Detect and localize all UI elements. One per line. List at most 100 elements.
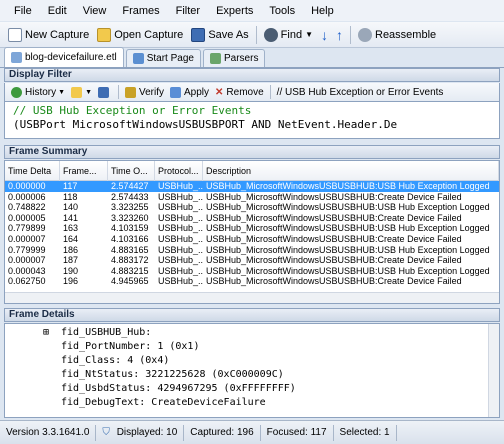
- save-icon: [191, 27, 206, 42]
- tree-node[interactable]: fid_Class: 4 (0x4): [61, 354, 169, 367]
- cell-frame: 187: [63, 255, 79, 266]
- cell-protocol: USBHub_...: [158, 265, 203, 276]
- horizontal-scrollbar[interactable]: [5, 292, 499, 303]
- close-icon: ✕: [215, 86, 224, 98]
- reassemble-button[interactable]: Reassemble: [354, 25, 440, 45]
- cell-protocol: USBHub_...: [158, 191, 203, 202]
- cell-time-delta: 0.000007: [8, 255, 46, 266]
- cell-protocol: USBHub_...: [158, 233, 203, 244]
- chevron-down-icon: ▼: [305, 30, 313, 39]
- open-capture-label: Open Capture: [114, 28, 184, 41]
- verify-icon: [125, 86, 136, 98]
- toolbar-divider: [118, 85, 119, 99]
- main-toolbar: New Capture Open Capture Save As Find ▼ …: [0, 22, 504, 48]
- verify-label: Verify: [139, 86, 165, 98]
- cell-description: USBHub_MicrosoftWindowsUSBUSBHUB:Create …: [206, 276, 462, 287]
- cell-description: USBHub_MicrosoftWindowsUSBUSBHUB:Create …: [206, 233, 462, 244]
- cell-frame: 140: [63, 202, 79, 213]
- tree-node[interactable]: fid_UsbdStatus: 4294967295 (0xFFFFFFFF): [61, 382, 296, 395]
- new-capture-label: New Capture: [25, 28, 90, 41]
- cell-time-delta: 0.000005: [8, 212, 46, 223]
- column-header-frame[interactable]: Frame...: [60, 161, 108, 181]
- cell-time-delta: 0.748822: [8, 202, 46, 213]
- remove-button[interactable]: ✕ Remove: [212, 84, 267, 100]
- tree-node[interactable]: fid_PortNumber: 1 (0x1): [61, 340, 199, 353]
- cell-description: USBHub_MicrosoftWindowsUSBUSBHUB:USB Hub…: [206, 223, 490, 234]
- cell-time-offset: 4.883215: [111, 265, 149, 276]
- cell-description: USBHub_MicrosoftWindowsUSBUSBHUB:Create …: [206, 255, 462, 266]
- filter-icon: ⛉: [102, 426, 110, 438]
- remove-label: Remove: [226, 86, 264, 98]
- column-header-protocol[interactable]: Protocol...: [155, 161, 203, 181]
- cell-frame: 118: [63, 191, 78, 202]
- table-row[interactable]: 0.000000 117 2.574427 USBHub_... USBHub_…: [5, 181, 499, 192]
- history-button[interactable]: History ▼: [8, 84, 68, 100]
- menu-experts[interactable]: Experts: [208, 5, 261, 17]
- table-row[interactable]: 0.062750 196 4.945965 USBHub_... USBHub_…: [5, 276, 499, 287]
- cell-time-offset: 4.883165: [111, 244, 149, 255]
- chevron-down-icon: ▼: [58, 88, 66, 96]
- vertical-scrollbar[interactable]: [488, 324, 499, 417]
- load-filter-button[interactable]: ▼: [68, 84, 95, 100]
- table-row[interactable]: 0.779899 163 4.103159 USBHub_... USBHub_…: [5, 223, 499, 234]
- column-header-time-delta[interactable]: Time Delta: [5, 161, 60, 181]
- menu-tools[interactable]: Tools: [261, 5, 303, 17]
- new-capture-button[interactable]: New Capture: [4, 25, 93, 45]
- filter-editor[interactable]: // USB Hub Exception or Error Events (USB…: [4, 101, 500, 139]
- toolbar-divider: [269, 85, 271, 99]
- table-row[interactable]: 0.000007 164 4.103166 USBHub_... USBHub_…: [5, 234, 499, 245]
- cell-time-delta: 0.779899: [8, 223, 46, 234]
- cell-description: USBHub_MicrosoftWindowsUSBUSBHUB:Create …: [206, 212, 462, 223]
- menu-file[interactable]: File: [6, 5, 40, 17]
- apply-icon: [170, 86, 182, 98]
- menu-edit[interactable]: Edit: [40, 5, 75, 17]
- cell-time-delta: 0.000006: [8, 191, 46, 202]
- table-row[interactable]: 0.000006 118 2.574433 USBHub_... USBHub_…: [5, 192, 499, 203]
- history-label: History: [25, 86, 57, 98]
- frame-summary-title: Frame Summary: [4, 145, 500, 159]
- menu-view[interactable]: View: [75, 5, 115, 17]
- cell-protocol: USBHub_...: [158, 223, 203, 234]
- column-header-description[interactable]: Description: [203, 161, 499, 181]
- table-row[interactable]: 0.748822 140 3.323255 USBHub_... USBHub_…: [5, 202, 499, 213]
- table-row[interactable]: 0.000005 141 3.323260 USBHub_... USBHub_…: [5, 213, 499, 224]
- tree-node[interactable]: fid_DebugText: CreateDeviceFailure: [61, 396, 266, 409]
- next-down-button[interactable]: ↓: [317, 25, 332, 45]
- cell-protocol: USBHub_...: [158, 181, 203, 191]
- table-row[interactable]: 0.779999 186 4.883165 USBHub_... USBHub_…: [5, 245, 499, 256]
- tree-node[interactable]: fid_USBHUB_Hub:: [61, 326, 151, 339]
- selected-count: Selected: 1: [334, 424, 397, 441]
- menu-filter[interactable]: Filter: [168, 5, 208, 17]
- menu-frames[interactable]: Frames: [114, 5, 167, 17]
- cell-frame: 190: [63, 265, 79, 276]
- folder-icon: [71, 86, 83, 98]
- cell-time-offset: 4.103166: [111, 233, 149, 244]
- menu-help[interactable]: Help: [303, 5, 342, 17]
- capture-file-icon: [11, 52, 22, 63]
- apply-button[interactable]: Apply: [167, 84, 212, 100]
- verify-button[interactable]: Verify: [122, 84, 167, 100]
- tab-start-page[interactable]: Start Page: [125, 49, 201, 67]
- previous-up-button[interactable]: ↑: [332, 25, 347, 45]
- frame-summary-table: Time Delta Frame... Time O... Protocol..…: [4, 160, 500, 304]
- cell-description: USBHub_MicrosoftWindowsUSBUSBHUB:Create …: [206, 191, 462, 202]
- tree-node[interactable]: fid_NtStatus: 3221225628 (0xC000009C): [61, 368, 284, 381]
- save-filter-button[interactable]: [95, 84, 115, 100]
- save-as-button[interactable]: Save As: [187, 25, 252, 45]
- menu-bar: File Edit View Frames Filter Experts Too…: [0, 0, 504, 21]
- column-header-time-offset[interactable]: Time O...: [108, 161, 155, 181]
- cell-description: USBHub_MicrosoftWindowsUSBUSBHUB:USB Hub…: [206, 265, 490, 276]
- cell-time-offset: 4.883172: [111, 255, 149, 266]
- table-row[interactable]: 0.000007 187 4.883172 USBHub_... USBHub_…: [5, 255, 499, 266]
- cell-time-offset: 2.574433: [111, 191, 149, 202]
- cell-protocol: USBHub_...: [158, 212, 203, 223]
- chevron-down-icon: ▼: [85, 88, 92, 96]
- open-capture-button[interactable]: Open Capture: [93, 25, 187, 45]
- table-row[interactable]: 0.000043 190 4.883215 USBHub_... USBHub_…: [5, 266, 499, 277]
- tab-label: blog-devicefailure.etl: [25, 52, 117, 63]
- tab-capture-file[interactable]: blog-devicefailure.etl: [4, 47, 124, 67]
- tab-parsers[interactable]: Parsers: [202, 49, 266, 67]
- cell-protocol: USBHub_...: [158, 276, 203, 287]
- find-button[interactable]: Find ▼: [260, 25, 317, 45]
- expand-icon[interactable]: ⊞: [43, 326, 49, 339]
